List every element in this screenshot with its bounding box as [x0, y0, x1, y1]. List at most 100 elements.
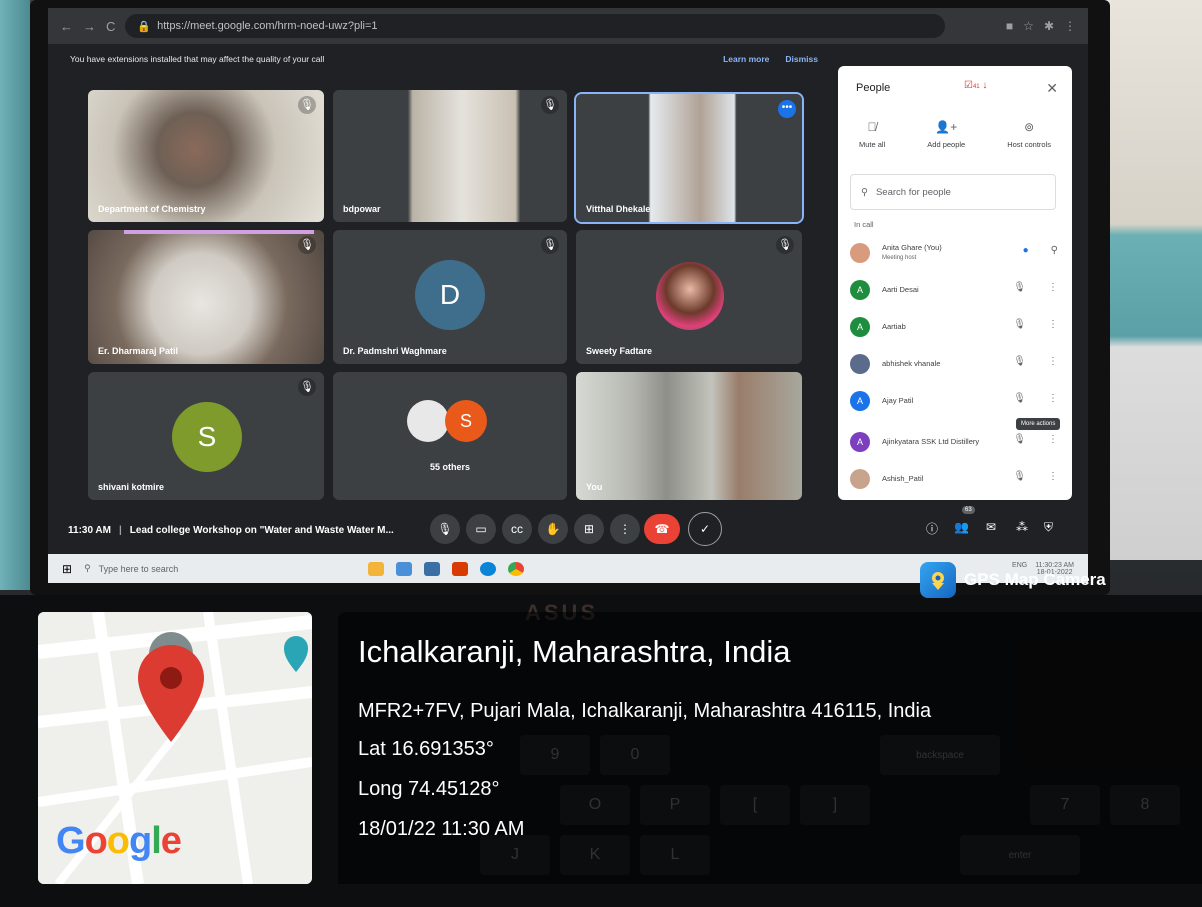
more-options-button[interactable]: ⋮: [610, 514, 640, 544]
edge-icon[interactable]: [480, 561, 497, 576]
mic-off-icon[interactable]: 🎙: [1013, 356, 1026, 367]
app-icon[interactable]: [396, 561, 413, 576]
video-feed: [576, 94, 802, 222]
participant-name: Ajay Patil: [882, 395, 914, 405]
camera-icon: ▭: [475, 522, 487, 536]
participant-row[interactable]: Ashish_Patil 🎙 ⋮: [838, 460, 1072, 497]
more-vert-icon[interactable]: ⋮: [1048, 471, 1058, 482]
avatar-tile[interactable]: 🎙 Sweety Fadtare: [576, 230, 802, 364]
mic-off-icon: 🎙̸: [867, 120, 877, 134]
video-tile[interactable]: 🎙 bdpowar: [333, 90, 567, 222]
browser-actions: ■ ☆ ✱ ⋮: [1006, 19, 1076, 33]
chat-icon[interactable]: ✉: [986, 520, 996, 534]
url-text: https://meet.google.com/hrm-noed-uwz?pli…: [157, 20, 378, 32]
captions-icon: cc: [511, 522, 523, 536]
address-bar[interactable]: 🔒 https://meet.google.com/hrm-noed-uwz?p…: [125, 14, 946, 38]
windows-start-icon[interactable]: ⊞: [62, 562, 72, 576]
mic-off-icon[interactable]: 🎙: [1013, 319, 1026, 330]
dismiss-button[interactable]: Dismiss: [785, 54, 818, 64]
learn-more-link[interactable]: Learn more: [723, 54, 769, 64]
people-search-input[interactable]: ⚲ Search for people: [850, 174, 1056, 210]
participant-row[interactable]: abhishek vhanale 🎙 ⋮: [838, 345, 1072, 382]
office-icon[interactable]: [452, 561, 469, 576]
participant-name: abhishek vhanale: [882, 358, 941, 368]
thumbnail-avatar: [407, 400, 449, 442]
video-feed: [88, 90, 324, 222]
gps-app-tag: GPS Map Camera: [920, 560, 1106, 600]
avatar-initial: A: [856, 395, 863, 406]
self-video-tile[interactable]: You: [576, 372, 802, 500]
star-icon[interactable]: ☆: [1023, 19, 1034, 33]
search-icon: ⚲: [84, 563, 91, 573]
captions-button[interactable]: cc: [502, 514, 532, 544]
mic-off-icon[interactable]: 🎙: [1013, 434, 1026, 445]
check-button[interactable]: ✓: [688, 512, 722, 546]
video-tile[interactable]: 🎙 Er. Dharmaraj Patil: [88, 230, 324, 364]
mute-all-button[interactable]: 🎙̸ Mute all: [859, 120, 885, 149]
reload-icon[interactable]: C: [106, 19, 115, 34]
mic-off-icon[interactable]: 🎙: [1013, 282, 1026, 293]
photo-stage: ← → C 🔒 https://meet.google.com/hrm-noed…: [0, 0, 1202, 907]
chrome-icon[interactable]: [508, 561, 525, 576]
close-icon[interactable]: ✕: [1046, 80, 1058, 97]
participant-count: 63: [962, 506, 975, 514]
camera-icon[interactable]: ■: [1006, 19, 1013, 33]
video-tile[interactable]: 🎙 Department of Chemistry: [88, 90, 324, 222]
camera-button[interactable]: ▭: [466, 514, 496, 544]
app-icon[interactable]: [424, 561, 441, 576]
shield-icon[interactable]: ⛨: [1044, 520, 1053, 535]
participant-row[interactable]: Anita Ghare (You) Meeting host ● ⚲: [838, 234, 1072, 271]
video-tile-selected[interactable]: ••• Vitthal Dhekale: [574, 92, 804, 224]
mic-off-icon: 🎙: [776, 236, 794, 254]
menu-icon[interactable]: ⋮: [1064, 19, 1076, 33]
leave-call-button[interactable]: ☎: [644, 514, 680, 544]
others-count: 55 others: [429, 462, 471, 472]
participant-name: Aartiab: [882, 321, 906, 331]
hand-raise-badge[interactable]: ☑41 ↓: [964, 80, 987, 91]
participant-row[interactable]: A Aartiab 🎙 ⋮: [838, 308, 1072, 345]
participant-row[interactable]: A Aarti Desai 🎙 ⋮: [838, 271, 1072, 308]
info-icon[interactable]: ⓘ: [926, 520, 938, 537]
others-tile[interactable]: S 55 others: [333, 372, 567, 500]
more-vert-icon[interactable]: ⋮: [1048, 356, 1058, 367]
back-icon[interactable]: ←: [60, 19, 73, 34]
forward-icon[interactable]: →: [83, 19, 96, 34]
more-vert-icon[interactable]: ⋮: [1048, 393, 1058, 404]
video-feed: [333, 90, 567, 222]
more-options-icon[interactable]: •••: [778, 100, 796, 118]
avatar-tile[interactable]: D 🎙 Dr. Padmshri Waghmare: [333, 230, 567, 364]
avatar: A: [850, 279, 870, 300]
laptop-screen: ← → C 🔒 https://meet.google.com/hrm-noed…: [48, 8, 1088, 583]
present-button[interactable]: ⊞: [574, 514, 604, 544]
avatar-initial: A: [856, 436, 863, 447]
participant-row[interactable]: A Ajinkyatara SSK Ltd Distillery 🎙 ⋮: [838, 423, 1072, 460]
add-people-button[interactable]: 👤+ Add people: [927, 120, 965, 149]
people-icon[interactable]: 👥: [954, 520, 969, 534]
avatar-tile[interactable]: S 🎙 shivani kotmire: [88, 372, 324, 500]
file-explorer-icon[interactable]: [368, 561, 385, 576]
speaking-indicator: [124, 230, 314, 234]
mic-off-icon[interactable]: 🎙: [1013, 471, 1026, 482]
extensions-icon[interactable]: ✱: [1044, 19, 1054, 33]
more-vert-icon[interactable]: ⋮: [1048, 434, 1058, 445]
panel-title: People: [856, 82, 891, 94]
mic-off-icon[interactable]: 🎙: [1013, 393, 1026, 404]
avatar: S: [172, 402, 242, 472]
longitude: Long 74.45128°: [358, 778, 500, 800]
mic-button[interactable]: 🎙: [430, 514, 460, 544]
participant-name: Ashish_Patil: [882, 473, 924, 483]
location-pin-icon: [932, 572, 944, 590]
more-vert-icon[interactable]: ⋮: [1048, 319, 1058, 330]
search-placeholder: Search for people: [875, 186, 951, 198]
host-controls-button[interactable]: ⊚ Host controls: [1007, 120, 1051, 149]
participant-row[interactable]: A Ajay Patil 🎙 ⋮: [838, 382, 1072, 419]
badge-count: 41: [972, 84, 980, 90]
raise-hand-button[interactable]: ✋: [538, 514, 568, 544]
pin-icon[interactable]: ⚲: [1051, 245, 1058, 256]
search-icon: ⚲: [861, 186, 868, 198]
more-options-icon[interactable]: ●: [1023, 245, 1029, 256]
tile-name: Dr. Padmshri Waghmare: [343, 346, 447, 356]
more-vert-icon[interactable]: ⋮: [1048, 282, 1058, 293]
activities-icon[interactable]: ⁂: [1016, 520, 1028, 534]
taskbar-search[interactable]: ⚲ Type here to search: [84, 558, 304, 580]
